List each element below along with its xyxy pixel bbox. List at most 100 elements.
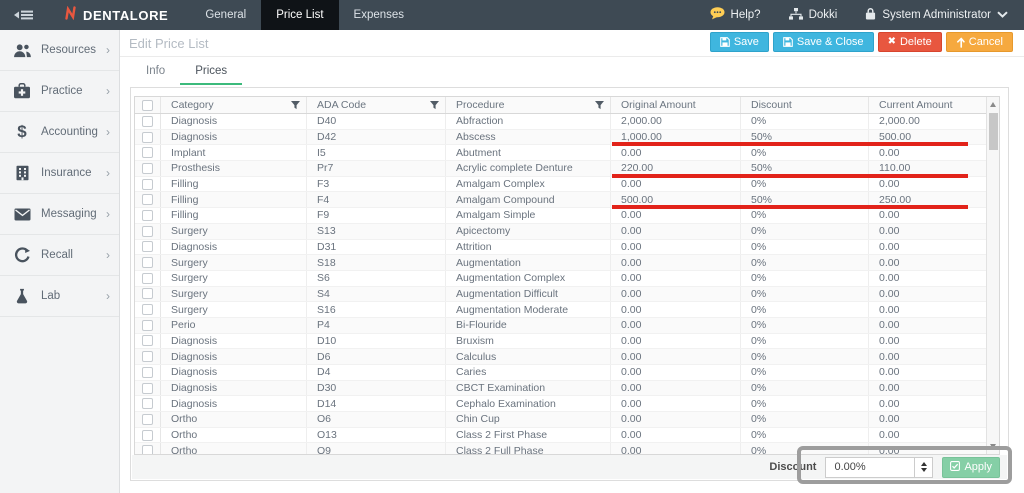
save-and-close-button[interactable]: Save & Close <box>773 32 874 52</box>
scroll-up-icon[interactable] <box>987 98 999 111</box>
row-checkbox[interactable] <box>142 210 153 221</box>
table-row[interactable]: Diagnosis D4 Caries 0.00 0% 0.00 <box>135 365 986 381</box>
row-checkbox-cell <box>135 428 161 443</box>
stepper-up-icon[interactable] <box>921 462 927 466</box>
table-row[interactable]: Diagnosis D31 Attrition 0.00 0% 0.00 <box>135 240 986 256</box>
table-row[interactable]: Implant I5 Abutment 0.00 0% 0.00 <box>135 145 986 161</box>
sidebar-label-practice: Practice <box>41 85 83 97</box>
menu-item-price-list[interactable]: Price List <box>261 0 338 30</box>
column-original-amount[interactable]: Original Amount <box>611 97 741 113</box>
vertical-scrollbar[interactable] <box>986 97 999 454</box>
row-checkbox[interactable] <box>142 383 153 394</box>
building-icon <box>9 165 35 181</box>
scroll-down-icon[interactable] <box>987 440 999 453</box>
column-ada-code[interactable]: ADA Code <box>307 97 446 113</box>
app-logo[interactable]: DENTALORE <box>64 6 168 25</box>
row-checkbox[interactable] <box>142 367 153 378</box>
filter-icon[interactable] <box>595 101 604 110</box>
table-row[interactable]: Filling F3 Amalgam Complex 0.00 0% 0.00 <box>135 177 986 193</box>
cell-category: Diagnosis <box>161 365 307 380</box>
sidebar-item-messaging[interactable]: Messaging › <box>0 194 119 235</box>
table-row[interactable]: Perio P4 Bi-Flouride 0.00 0% 0.00 <box>135 318 986 334</box>
row-checkbox[interactable] <box>142 351 153 362</box>
cell-ada-code: Pr7 <box>307 161 446 176</box>
table-row[interactable]: Filling F9 Amalgam Simple 0.00 0% 0.00 <box>135 208 986 224</box>
table-row[interactable]: Surgery S13 Apicectomy 0.00 0% 0.00 <box>135 224 986 240</box>
prices-panel: Category ADA Code Procedure Original Amo… <box>130 87 1009 481</box>
column-current-amount[interactable]: Current Amount <box>869 97 986 113</box>
save-button[interactable]: Save <box>710 32 769 52</box>
cell-procedure: Bi-Flouride <box>446 318 611 333</box>
filter-icon[interactable] <box>430 101 439 110</box>
row-checkbox[interactable] <box>142 163 153 174</box>
row-checkbox[interactable] <box>142 194 153 205</box>
scrollbar-thumb[interactable] <box>989 113 998 150</box>
chevron-right-icon: › <box>106 84 110 98</box>
apply-button[interactable]: Apply <box>942 457 1000 478</box>
row-checkbox[interactable] <box>142 273 153 284</box>
sidebar-item-practice[interactable]: Practice › <box>0 71 119 112</box>
row-checkbox[interactable] <box>142 430 153 441</box>
row-checkbox[interactable] <box>142 320 153 331</box>
column-discount[interactable]: Discount <box>741 97 869 113</box>
row-checkbox[interactable] <box>142 304 153 315</box>
cell-discount: 0% <box>741 145 869 160</box>
column-category[interactable]: Category <box>161 97 307 113</box>
cancel-button[interactable]: Cancel <box>946 32 1013 52</box>
filter-icon[interactable] <box>291 101 300 110</box>
delete-button[interactable]: ✖ Delete <box>878 32 942 52</box>
table-row[interactable]: Surgery S16 Augmentation Moderate 0.00 0… <box>135 302 986 318</box>
row-checkbox[interactable] <box>142 445 153 455</box>
table-row[interactable]: Ortho O9 Class 2 Full Phase 0.00 0% 0.00 <box>135 443 986 455</box>
row-checkbox[interactable] <box>142 241 153 252</box>
row-checkbox[interactable] <box>142 147 153 158</box>
table-row[interactable]: Diagnosis D10 Bruxism 0.00 0% 0.00 <box>135 334 986 350</box>
column-procedure[interactable]: Procedure <box>446 97 611 113</box>
stepper-down-icon[interactable] <box>921 468 927 472</box>
row-checkbox[interactable] <box>142 257 153 268</box>
cell-category: Surgery <box>161 271 307 286</box>
table-row[interactable]: Filling F4 Amalgam Compound 500.00 50% 2… <box>135 192 986 208</box>
table-row[interactable]: Surgery S6 Augmentation Complex 0.00 0% … <box>135 271 986 287</box>
menu-item-general[interactable]: General <box>190 0 261 30</box>
row-checkbox[interactable] <box>142 226 153 237</box>
menu-item-expenses[interactable]: Expenses <box>339 0 420 30</box>
user-menu[interactable]: System Administrator <box>865 7 1008 23</box>
row-checkbox[interactable] <box>142 179 153 190</box>
tab-info[interactable]: Info <box>131 60 180 85</box>
sidebar-item-accounting[interactable]: $ Accounting › <box>0 112 119 153</box>
select-all-checkbox[interactable] <box>142 100 153 111</box>
row-checkbox[interactable] <box>142 414 153 425</box>
sidebar-item-insurance[interactable]: Insurance › <box>0 153 119 194</box>
table-row[interactable]: Surgery S18 Augmentation 0.00 0% 0.00 <box>135 255 986 271</box>
cell-ada-code: S18 <box>307 255 446 270</box>
table-row[interactable]: Ortho O6 Chin Cup 0.00 0% 0.00 <box>135 412 986 428</box>
cell-procedure: Caries <box>446 365 611 380</box>
cell-category: Surgery <box>161 302 307 317</box>
row-checkbox[interactable] <box>142 132 153 143</box>
discount-input[interactable]: 0.00% <box>826 458 914 477</box>
sidebar-collapse-icon[interactable] <box>14 9 34 21</box>
row-checkbox[interactable] <box>142 335 153 346</box>
sidebar-item-lab[interactable]: Lab › <box>0 276 119 317</box>
table-row[interactable]: Diagnosis D6 Calculus 0.00 0% 0.00 <box>135 349 986 365</box>
table-row[interactable]: Prosthesis Pr7 Acrylic complete Denture … <box>135 161 986 177</box>
table-row[interactable]: Diagnosis D42 Abscess 1,000.00 50% 500.0… <box>135 130 986 146</box>
tab-prices[interactable]: Prices <box>180 60 242 85</box>
row-checkbox-cell <box>135 365 161 380</box>
table-row[interactable]: Surgery S4 Augmentation Difficult 0.00 0… <box>135 287 986 303</box>
table-row[interactable]: Ortho O13 Class 2 First Phase 0.00 0% 0.… <box>135 428 986 444</box>
sidebar-item-recall[interactable]: Recall › <box>0 235 119 276</box>
table-row[interactable]: Diagnosis D14 Cephalo Examination 0.00 0… <box>135 396 986 412</box>
table-row[interactable]: Diagnosis D30 CBCT Examination 0.00 0% 0… <box>135 381 986 397</box>
discount-stepper[interactable] <box>914 458 932 477</box>
cell-category: Surgery <box>161 287 307 302</box>
row-checkbox[interactable] <box>142 116 153 127</box>
practice-switcher[interactable]: Dokki <box>789 8 838 23</box>
row-checkbox[interactable] <box>142 288 153 299</box>
table-body: Diagnosis D40 Abfraction 2,000.00 0% 2,0… <box>135 114 999 455</box>
row-checkbox[interactable] <box>142 398 153 409</box>
table-row[interactable]: Diagnosis D40 Abfraction 2,000.00 0% 2,0… <box>135 114 986 130</box>
help-link[interactable]: Help? <box>710 7 761 23</box>
sidebar-item-resources[interactable]: Resources › <box>0 30 119 71</box>
